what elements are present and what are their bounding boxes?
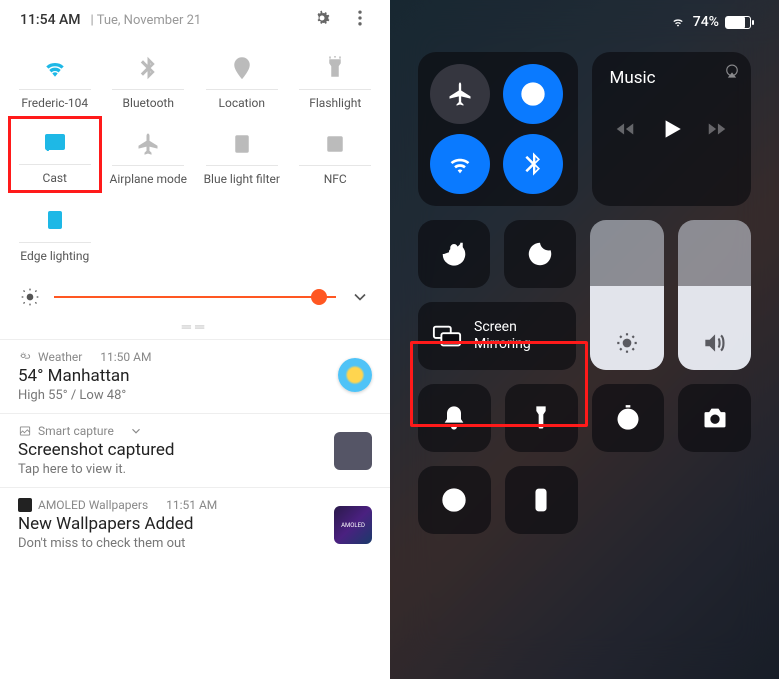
date: | Tue, November 21 (91, 13, 312, 28)
image-icon (18, 424, 32, 438)
brightness-slider-row (0, 269, 390, 317)
forward-button[interactable] (706, 118, 728, 144)
utility-row-2 (418, 466, 751, 534)
notifications-button[interactable] (418, 384, 491, 452)
chevron-down-icon[interactable] (350, 287, 370, 307)
do-not-disturb-button[interactable] (504, 220, 576, 288)
tile-flashlight[interactable]: Flashlight (289, 40, 383, 116)
svg-text:B: B (239, 139, 244, 148)
flashlight-button[interactable] (505, 384, 578, 452)
brightness-icon (614, 330, 640, 356)
ios-control-center: 74% Music (390, 0, 779, 679)
bluetooth-button[interactable] (503, 134, 563, 194)
wifi-icon (669, 15, 687, 29)
tile-wifi[interactable]: Frederic-104 (8, 40, 102, 116)
notification-screenshot[interactable]: Smart capture Screenshot captured Tap he… (0, 413, 390, 487)
tile-nfc[interactable]: NFC (289, 116, 383, 192)
airdrop-button[interactable] (503, 64, 563, 124)
clock: 11:54 AM (20, 12, 81, 28)
brightness-slider[interactable] (590, 220, 664, 370)
cast-icon (43, 131, 67, 155)
bluetooth-icon (136, 56, 160, 80)
camera-button[interactable] (678, 384, 751, 452)
apple-tv-remote-button[interactable] (505, 466, 578, 534)
notification-wallpapers[interactable]: AMOLED Wallpapers 11:51 AM New Wallpaper… (0, 487, 390, 553)
airplay-icon (723, 62, 741, 80)
volume-slider[interactable] (678, 220, 752, 370)
android-quick-settings: 11:54 AM | Tue, November 21 Frederic-104… (0, 0, 390, 679)
tile-airplane[interactable]: Airplane mode (102, 116, 196, 192)
tile-edge-lighting[interactable]: Edge lighting (8, 193, 102, 269)
timer-button[interactable] (592, 384, 665, 452)
screen-mirroring-icon (432, 323, 462, 349)
airplane-icon (136, 132, 160, 156)
orientation-lock-button[interactable] (418, 220, 490, 288)
battery-icon (725, 16, 751, 29)
tile-bluetooth[interactable]: Bluetooth (102, 40, 196, 116)
wallpaper-thumb: AMOLED (334, 506, 372, 544)
notification-weather[interactable]: Weather 11:50 AM 54° Manhattan High 55° … (0, 339, 390, 413)
rewind-button[interactable] (614, 118, 636, 144)
airplane-button[interactable] (430, 64, 490, 124)
play-button[interactable] (658, 116, 684, 146)
drag-handle[interactable]: ══ (0, 317, 390, 339)
screenshot-thumb (334, 432, 372, 470)
menu-icon[interactable] (350, 8, 370, 32)
music-card[interactable]: Music (592, 52, 752, 206)
tile-cast[interactable]: Cast (8, 116, 102, 192)
bluelight-icon: B (230, 132, 254, 156)
battery-percent: 74% (693, 14, 719, 30)
edge-lighting-icon (43, 208, 67, 232)
wifi-icon (43, 56, 67, 80)
settings-icon[interactable] (312, 8, 332, 32)
nfc-icon (323, 132, 347, 156)
screen-mirroring-button[interactable]: Screen Mirroring (418, 302, 576, 370)
wifi-button[interactable] (430, 134, 490, 194)
music-label: Music (610, 68, 740, 88)
weather-icon (18, 350, 32, 364)
weather-badge-icon (338, 358, 372, 392)
tile-location[interactable]: Location (195, 40, 289, 116)
screen-mirroring-label: Screen Mirroring (474, 319, 531, 353)
location-icon (230, 56, 254, 80)
chevron-down-icon (129, 424, 143, 438)
brightness-icon (20, 287, 40, 307)
utility-row (418, 384, 751, 452)
volume-icon (701, 330, 727, 356)
status-bar: 11:54 AM | Tue, November 21 (0, 0, 390, 36)
connectivity-card (418, 52, 578, 206)
ios-status-bar: 74% (418, 14, 751, 30)
brightness-slider[interactable] (54, 296, 336, 298)
screen-record-button[interactable] (418, 466, 491, 534)
tile-bluelight[interactable]: B Blue light filter (195, 116, 289, 192)
flashlight-icon (323, 56, 347, 80)
quick-tiles-grid: Frederic-104 Bluetooth Location Flashlig… (0, 36, 390, 269)
